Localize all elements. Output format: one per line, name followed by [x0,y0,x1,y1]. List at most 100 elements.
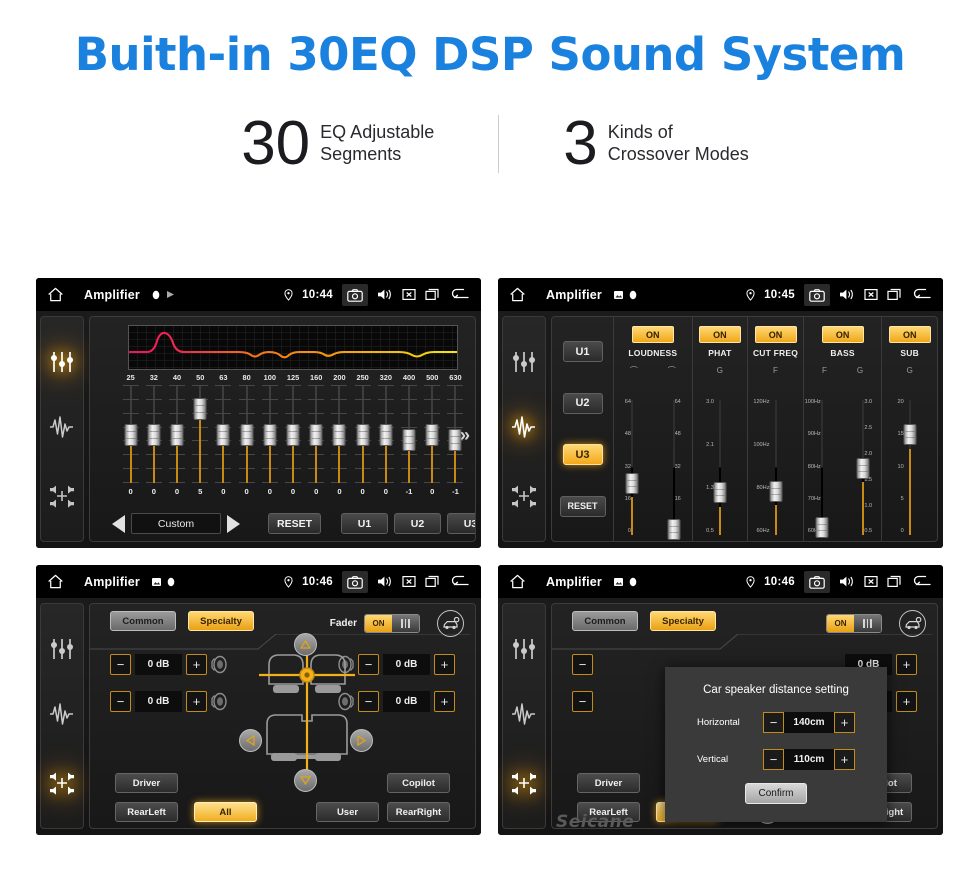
close-icon[interactable] [402,575,416,588]
seat-driver-button[interactable]: Driver [577,773,640,793]
car-settings-button[interactable] [899,610,926,637]
fader-toggle[interactable]: ON [826,614,882,633]
increase-button[interactable]: + [186,691,207,712]
slider-knob[interactable] [667,518,681,540]
eq-slider-knob[interactable] [147,424,161,447]
back-icon[interactable] [911,288,932,301]
back-icon[interactable] [911,575,932,588]
preset-u2-button[interactable]: U2 [394,513,441,534]
eq-slider-knob[interactable] [309,424,323,447]
waveform-icon[interactable] [49,416,75,442]
channel-slider[interactable]: 100Hz90Hz80Hz70Hz60Hz [804,399,840,539]
slider-knob[interactable] [903,424,917,446]
tab-common[interactable]: Common [110,611,176,631]
car-settings-button[interactable] [437,610,464,637]
eq-band-slider[interactable] [258,385,281,483]
eq-slider-knob[interactable] [286,424,300,447]
decrease-button[interactable]: − [110,691,131,712]
preset-u1-button[interactable]: U1 [562,341,603,363]
seat-copilot-button[interactable]: Copilot [387,773,450,793]
balance-icon[interactable] [511,483,537,509]
decrease-button[interactable]: − [763,712,784,733]
screenshot-button[interactable] [342,283,368,306]
recents-icon[interactable] [425,288,440,301]
eq-slider-knob[interactable] [216,424,230,447]
next-preset-arrow-icon[interactable] [227,514,240,533]
preset-u2-button[interactable]: U2 [562,392,603,414]
tab-specialty[interactable]: Specialty [188,611,254,631]
prev-preset-arrow-icon[interactable] [112,514,125,533]
equalizer-icon[interactable] [49,349,75,375]
volume-icon[interactable] [377,575,393,588]
home-icon[interactable] [509,574,526,589]
balance-icon[interactable] [511,770,537,796]
next-page-chevron-icon[interactable]: » [460,425,470,446]
channel-slider[interactable]: 3.0 2.1 1.3 0.5 [697,399,743,535]
eq-band-slider[interactable] [165,385,188,483]
decrease-button[interactable]: − [763,749,784,770]
nav-right-button[interactable] [350,729,373,752]
eq-band-slider[interactable] [281,385,304,483]
screenshot-button[interactable] [804,570,830,593]
close-icon[interactable] [402,288,416,301]
eq-band-slider[interactable] [305,385,328,483]
nav-down-button[interactable] [294,769,317,792]
eq-band-slider[interactable] [212,385,235,483]
eq-band-slider[interactable] [374,385,397,483]
back-icon[interactable] [449,575,470,588]
increase-button[interactable]: + [896,654,917,675]
increase-button[interactable]: + [834,712,855,733]
equalizer-icon[interactable] [49,636,75,662]
channel-slider[interactable]: 3.0 2.5 2.0 1.5 1.0 0.5 [846,399,882,535]
increase-button[interactable]: + [896,691,917,712]
decrease-button[interactable]: − [110,654,131,675]
back-icon[interactable] [449,288,470,301]
eq-slider-knob[interactable] [425,424,439,447]
slider-knob[interactable] [625,472,639,494]
screenshot-button[interactable] [804,283,830,306]
channel-power-button[interactable]: ON [888,326,931,343]
eq-slider-knob[interactable] [356,424,370,447]
eq-slider-knob[interactable] [402,429,416,452]
channel-power-button[interactable]: ON [754,326,797,343]
slider-knob[interactable] [815,517,829,539]
tab-specialty[interactable]: Specialty [650,611,716,631]
close-icon[interactable] [864,288,878,301]
reset-button[interactable]: RESET [559,495,606,517]
equalizer-icon[interactable] [511,636,537,662]
waveform-icon[interactable] [49,703,75,729]
eq-band-slider[interactable] [119,385,142,483]
channel-power-button[interactable]: ON [698,326,741,343]
nav-up-button[interactable] [294,633,317,656]
balance-icon[interactable] [49,483,75,509]
volume-icon[interactable] [839,288,855,301]
slider-knob[interactable] [856,458,870,480]
eq-band-slider[interactable] [189,385,212,483]
eq-slider-knob[interactable] [170,424,184,447]
increase-button[interactable]: + [434,691,455,712]
eq-band-slider[interactable] [235,385,258,483]
increase-button[interactable]: + [186,654,207,675]
eq-slider-knob[interactable] [263,424,277,447]
decrease-button[interactable]: − [358,691,379,712]
seat-user-button[interactable]: User [316,802,379,822]
tab-common[interactable]: Common [572,611,638,631]
eq-band-slider[interactable] [421,385,444,483]
channel-power-button[interactable]: ON [821,326,864,343]
channel-slider[interactable]: 20 15 10 5 0 [887,399,933,535]
waveform-icon[interactable] [511,703,537,729]
recents-icon[interactable] [425,575,440,588]
reset-button[interactable]: RESET [268,513,321,534]
slider-knob[interactable] [713,482,727,504]
home-icon[interactable] [509,287,526,302]
slider-knob[interactable] [769,481,782,502]
eq-band-slider[interactable] [142,385,165,483]
channel-slider[interactable]: 644832160 [656,399,692,540]
balance-icon[interactable] [49,770,75,796]
volume-icon[interactable] [839,575,855,588]
decrease-button[interactable]: − [358,654,379,675]
eq-slider-knob[interactable] [240,424,254,447]
eq-band-slider[interactable] [328,385,351,483]
eq-band-slider[interactable] [351,385,374,483]
preset-u3-button[interactable]: U3 [562,444,603,466]
